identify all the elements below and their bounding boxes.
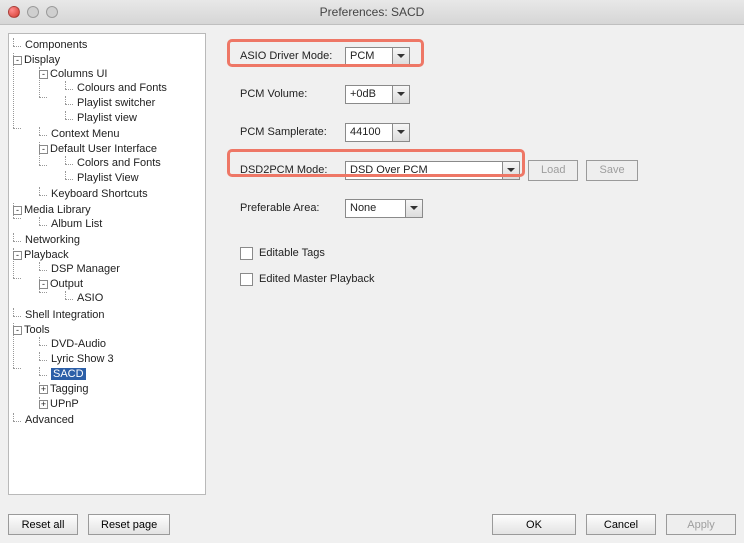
tree-item-display[interactable]: Display <box>24 54 60 66</box>
tree-item-dvd-audio[interactable]: DVD-Audio <box>51 338 106 350</box>
tree-toggle-tools[interactable]: - <box>13 326 22 335</box>
tree-toggle-tagging[interactable]: + <box>39 385 48 394</box>
tree-item-playlist-view-2[interactable]: Playlist View <box>77 172 139 184</box>
pref-area-select[interactable]: None <box>345 199 423 218</box>
tree-item-album-list[interactable]: Album List <box>51 218 102 230</box>
tree-item-colors-and-fonts[interactable]: Colors and Fonts <box>77 157 161 169</box>
chevron-down-icon <box>392 48 409 65</box>
tree-item-media-library[interactable]: Media Library <box>24 204 91 216</box>
pref-area-label: Preferable Area: <box>240 202 345 214</box>
chevron-down-icon <box>502 162 519 179</box>
titlebar: Preferences: SACD <box>0 0 744 25</box>
tree-item-tagging[interactable]: Tagging <box>50 383 89 395</box>
tree-item-playlist-view-1[interactable]: Playlist view <box>77 112 137 124</box>
tree-item-tools[interactable]: Tools <box>24 324 50 336</box>
tree-toggle-media-library[interactable]: - <box>13 206 22 215</box>
pcm-samplerate-select[interactable]: 44100 <box>345 123 410 142</box>
window-title: Preferences: SACD <box>0 5 744 19</box>
edited-master-label: Edited Master Playback <box>259 273 375 285</box>
tree-item-components[interactable]: Components <box>25 39 87 51</box>
tree-item-playback[interactable]: Playback <box>24 249 69 261</box>
asio-mode-select[interactable]: PCM <box>345 47 410 66</box>
preferences-tree[interactable]: Components -Display -Columns UI Colours … <box>8 33 206 495</box>
save-button: Save <box>586 160 637 181</box>
chevron-down-icon <box>392 86 409 103</box>
ok-button[interactable]: OK <box>492 514 576 535</box>
tree-item-lyric-show-3[interactable]: Lyric Show 3 <box>51 353 114 365</box>
pcm-volume-value: +0dB <box>350 88 376 100</box>
chevron-down-icon <box>405 200 422 217</box>
pcm-volume-select[interactable]: +0dB <box>345 85 410 104</box>
tree-item-default-ui[interactable]: Default User Interface <box>50 143 157 155</box>
dsd2pcm-select[interactable]: DSD Over PCM <box>345 161 520 180</box>
editable-tags-checkbox[interactable] <box>240 247 253 260</box>
tree-item-shell-integration[interactable]: Shell Integration <box>25 309 105 321</box>
cancel-button[interactable]: Cancel <box>586 514 656 535</box>
load-button: Load <box>528 160 578 181</box>
pcm-volume-label: PCM Volume: <box>240 88 345 100</box>
tree-item-dsp-manager[interactable]: DSP Manager <box>51 263 120 275</box>
asio-mode-value: PCM <box>350 50 374 62</box>
tree-item-upnp[interactable]: UPnP <box>50 398 79 410</box>
edited-master-checkbox[interactable] <box>240 273 253 286</box>
pcm-samplerate-label: PCM Samplerate: <box>240 126 345 138</box>
tree-item-output[interactable]: Output <box>50 278 83 290</box>
tree-item-networking[interactable]: Networking <box>25 234 80 246</box>
tree-toggle-default-ui[interactable]: - <box>39 145 48 154</box>
settings-pane: ASIO Driver Mode: PCM PCM Volume: +0dB <box>216 33 736 495</box>
tree-toggle-upnp[interactable]: + <box>39 400 48 409</box>
tree-toggle-columns-ui[interactable]: - <box>39 70 48 79</box>
pref-area-value: None <box>350 202 376 214</box>
editable-tags-label: Editable Tags <box>259 247 325 259</box>
reset-page-button[interactable]: Reset page <box>88 514 170 535</box>
tree-item-asio[interactable]: ASIO <box>77 292 103 304</box>
tree-item-columns-ui[interactable]: Columns UI <box>50 68 107 80</box>
minimize-icon[interactable] <box>27 6 39 18</box>
tree-item-context-menu[interactable]: Context Menu <box>51 128 119 140</box>
footer: Reset all Reset page OK Cancel Apply <box>8 514 736 535</box>
dsd2pcm-label: DSD2PCM Mode: <box>240 164 345 176</box>
zoom-icon[interactable] <box>46 6 58 18</box>
tree-toggle-playback[interactable]: - <box>13 251 22 260</box>
tree-toggle-display[interactable]: - <box>13 56 22 65</box>
tree-item-keyboard-shortcuts[interactable]: Keyboard Shortcuts <box>51 188 148 200</box>
tree-toggle-output[interactable]: - <box>39 280 48 289</box>
tree-item-playlist-switcher[interactable]: Playlist switcher <box>77 97 155 109</box>
tree-item-sacd[interactable]: SACD <box>51 368 86 380</box>
window-body: Components -Display -Columns UI Colours … <box>0 25 744 543</box>
chevron-down-icon <box>392 124 409 141</box>
tree-item-advanced[interactable]: Advanced <box>25 414 74 426</box>
close-icon[interactable] <box>8 6 20 18</box>
tree-item-colours-and-fonts[interactable]: Colours and Fonts <box>77 82 167 94</box>
pcm-samplerate-value: 44100 <box>350 126 381 138</box>
apply-button: Apply <box>666 514 736 535</box>
dsd2pcm-value: DSD Over PCM <box>350 164 428 176</box>
reset-all-button[interactable]: Reset all <box>8 514 78 535</box>
asio-mode-label: ASIO Driver Mode: <box>240 50 345 62</box>
